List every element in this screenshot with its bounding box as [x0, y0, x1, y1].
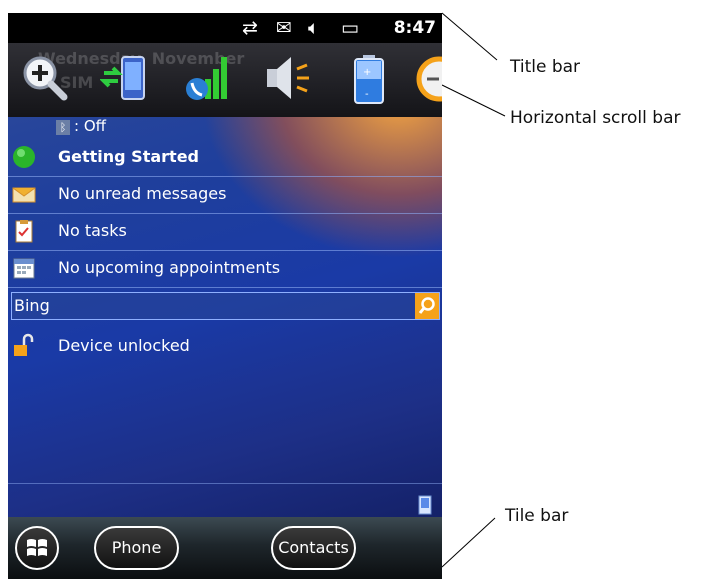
- tasks-icon: [15, 220, 33, 243]
- title-bar-annotation: Title bar: [510, 57, 581, 77]
- volume-icon[interactable]: [263, 51, 315, 107]
- device-screen: ⇄ ✉ 🔈︎ ▭ 8:47 Wednesday, November No SIM: [8, 13, 442, 579]
- search-input[interactable]: [12, 293, 404, 317]
- tasks-label: No tasks: [58, 221, 127, 240]
- battery-charging-icon: ▭: [341, 17, 359, 39]
- scroll-bar-annotation: Horizontal scroll bar: [510, 108, 681, 128]
- sync-arrows-icon: ⇄: [242, 17, 258, 39]
- svg-text:+: +: [363, 67, 371, 78]
- horizontal-scroll-bar[interactable]: Wednesday, November No SIM + -: [8, 43, 442, 117]
- phone-softkey[interactable]: Phone: [94, 526, 179, 570]
- appointments-label: No upcoming appointments: [58, 258, 281, 277]
- getting-started-label: Getting Started: [58, 147, 199, 166]
- bluetooth-status-text: : Off: [74, 117, 106, 135]
- getting-started-icon: [13, 146, 35, 168]
- bluetooth-status[interactable]: ᛒ : Off: [56, 117, 106, 135]
- messages-label: No unread messages: [58, 184, 227, 203]
- envelope-icon: [12, 187, 36, 203]
- device-status-icon[interactable]: [418, 495, 432, 515]
- zoom-in-icon[interactable]: [18, 51, 70, 107]
- list-item-getting-started[interactable]: Getting Started: [8, 140, 442, 177]
- connection-setup-icon[interactable]: [100, 51, 152, 107]
- list-item-appointments[interactable]: No upcoming appointments: [8, 251, 442, 288]
- search-icon: [418, 297, 435, 314]
- unlocked-padlock-icon: [14, 333, 34, 356]
- list-item-device-lock[interactable]: Device unlocked: [8, 331, 442, 367]
- tile-bar-annotation: Tile bar: [505, 506, 569, 526]
- list-item-messages[interactable]: No unread messages: [8, 177, 442, 214]
- message-icon: ✉: [276, 17, 292, 39]
- list-item-tasks[interactable]: No tasks: [8, 214, 442, 251]
- bluetooth-icon: ᛒ: [56, 120, 70, 135]
- divider: [8, 483, 442, 484]
- bing-search-box[interactable]: [11, 292, 440, 320]
- search-button[interactable]: [415, 293, 439, 319]
- device-lock-label: Device unlocked: [58, 336, 190, 355]
- signal-phone-icon[interactable]: [183, 51, 235, 107]
- contacts-softkey[interactable]: Contacts: [271, 526, 356, 570]
- tile-bar: Phone Contacts: [8, 517, 442, 579]
- battery-icon[interactable]: + -: [343, 51, 395, 107]
- clock-time: 8:47: [393, 18, 436, 38]
- calendar-icon: [13, 258, 35, 279]
- svg-text:-: -: [365, 89, 369, 100]
- title-bar[interactable]: ⇄ ✉ 🔈︎ ▭ 8:47: [8, 13, 442, 43]
- windows-start-icon: [27, 539, 47, 556]
- speaker-icon: 🔈︎: [308, 17, 320, 39]
- start-button[interactable]: [15, 526, 59, 570]
- clock-icon[interactable]: [413, 51, 442, 107]
